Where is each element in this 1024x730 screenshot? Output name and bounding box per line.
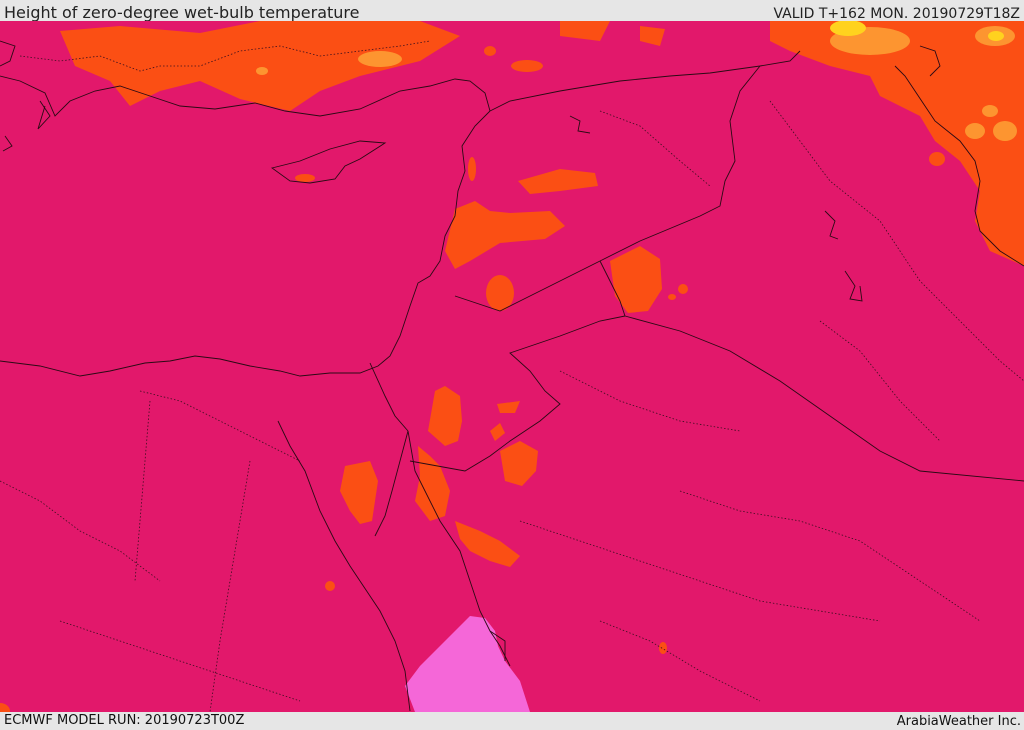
base-field bbox=[0, 21, 1024, 712]
forecast-map bbox=[0, 21, 1024, 712]
footer-bar: ECMWF MODEL RUN: 20190723T00Z ArabiaWeat… bbox=[0, 712, 1024, 729]
model-run-label: ECMWF MODEL RUN: 20190723T00Z bbox=[4, 713, 245, 728]
title-bar: Height of zero-degree wet-bulb temperatu… bbox=[0, 0, 1024, 22]
map-title: Height of zero-degree wet-bulb temperatu… bbox=[4, 3, 360, 22]
map-area[interactable] bbox=[0, 21, 1024, 712]
credit-label: ArabiaWeather Inc. bbox=[896, 714, 1021, 729]
